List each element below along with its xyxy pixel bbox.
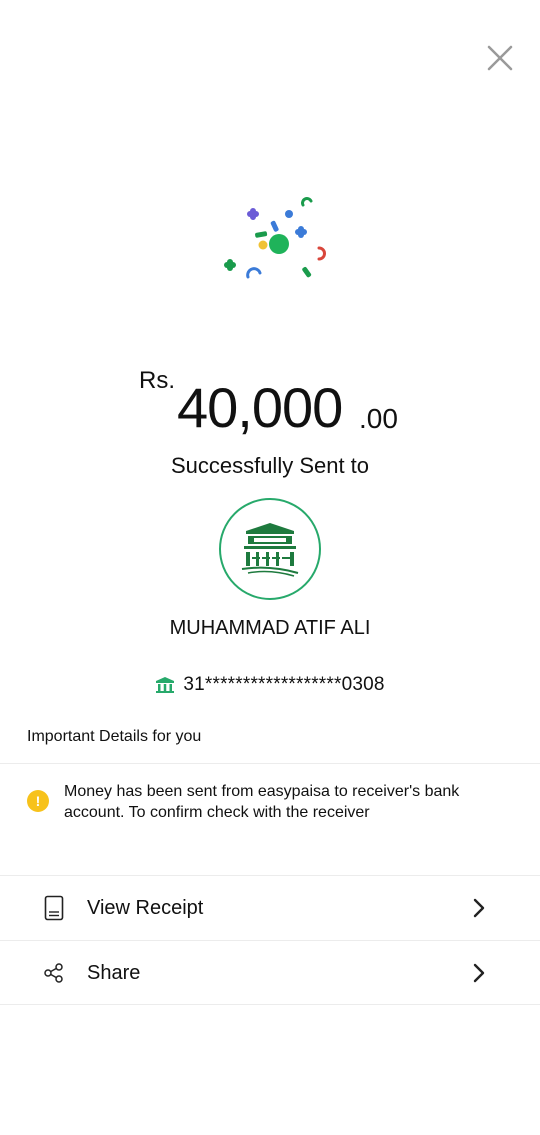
bank-building-icon: [241, 523, 299, 577]
share-icon: [43, 959, 65, 987]
divider: [0, 763, 540, 764]
view-receipt-button[interactable]: View Receipt: [0, 876, 540, 940]
confetti-illustration: [215, 185, 335, 285]
chevron-right-icon: [473, 898, 485, 918]
close-icon: [487, 45, 513, 71]
amount-decimal: .00: [359, 403, 398, 434]
section-title: Important Details for you: [27, 728, 202, 745]
currency-label: Rs.: [139, 367, 175, 394]
amount-value: 40,000: [177, 376, 343, 439]
chevron-right-icon: [473, 963, 485, 983]
view-receipt-label: View Receipt: [87, 896, 204, 919]
account-number: 31******************0308: [183, 674, 385, 695]
notice: ! Money has been sent from easypaisa to …: [27, 781, 517, 823]
warning-icon: !: [27, 790, 49, 812]
divider: [0, 1004, 540, 1005]
receiver-name: MUHAMMAD ATIF ALI: [169, 617, 371, 639]
account-row: 31******************0308: [0, 674, 540, 696]
close-button[interactable]: [484, 42, 516, 74]
status-text: Successfully Sent to: [170, 453, 370, 478]
share-label: Share: [87, 961, 141, 984]
share-button[interactable]: Share: [0, 941, 540, 1005]
receipt-icon: [43, 894, 65, 922]
notice-text: Money has been sent from easypaisa to re…: [64, 783, 460, 821]
bank-icon: [156, 677, 175, 693]
bank-logo: [219, 498, 321, 600]
amount-display: Rs. 40,000 .00: [0, 365, 540, 445]
